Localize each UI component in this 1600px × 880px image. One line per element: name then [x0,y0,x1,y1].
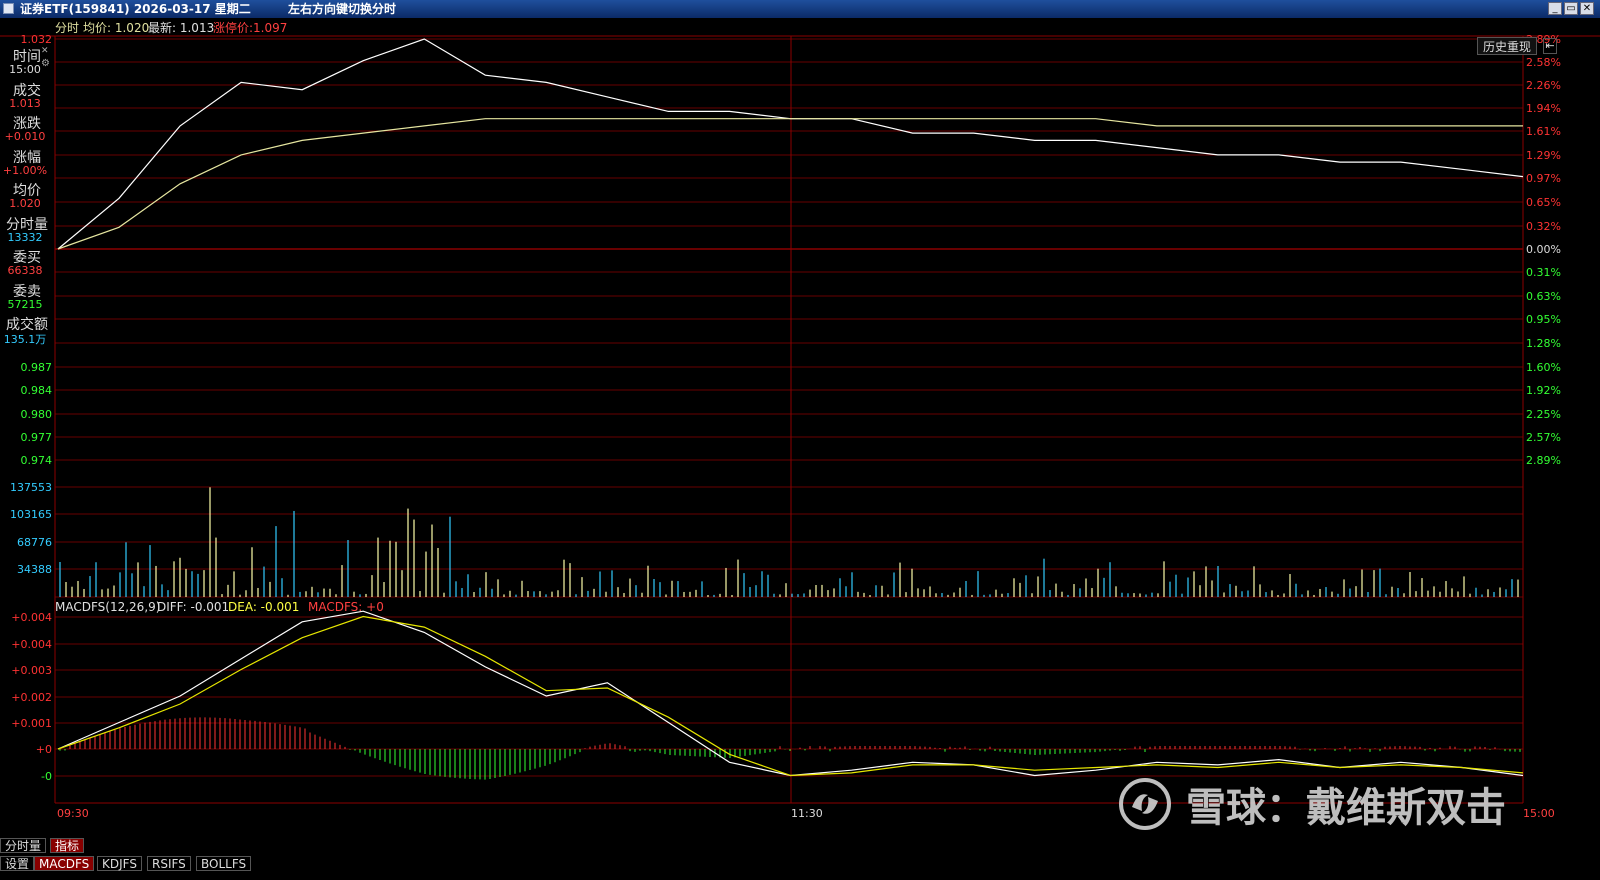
header-limit-price: 涨停价:1.097 [213,20,287,35]
tab-rsifs[interactable]: RSIFS [147,856,191,871]
right-axis-tick: 0.95% [1526,313,1561,326]
navigation-hint: 左右方向键切换分时 [288,2,397,16]
window-title-bar: 证券ETF(159841) 2026-03-17 星期二 左右方向键切换分时 _… [0,0,1600,18]
macd-diff-value: DIFF: -0.001 [157,600,229,614]
tab-macdfs[interactable]: MACDFS [34,856,95,871]
left-axis-tick: 0.974 [21,454,53,467]
watermark: 雪球：戴维斯双击 [1118,778,1506,831]
right-axis-tick: 1.92% [1526,384,1561,397]
left-axis-tick: 0.980 [21,408,53,421]
right-axis-tick: 1.28% [1526,337,1561,350]
macd-macdfs-value: MACDFS: +0 [308,600,384,614]
tab-kdjfs[interactable]: KDJFS [97,856,142,871]
right-axis-tick: 0.32% [1526,220,1561,233]
right-axis-tick: 1.61% [1526,125,1561,138]
macd-axis-tick: +0.004 [11,638,52,651]
right-axis-tick: 2.57% [1526,431,1561,444]
left-axis-tick: 1.032 [21,33,53,46]
tab-indicator[interactable]: 指标 [50,838,85,853]
macd-dea-value: DEA: -0.001 [228,600,299,614]
tab-settings[interactable]: 设置 [0,856,35,871]
macd-axis-tick: -0 [41,770,52,783]
side-panel-value: 1.013 [9,96,41,110]
side-panel-value: 66338 [7,264,43,277]
time-axis-label: 15:00 [1523,807,1555,820]
volume-axis-tick: 34388 [17,563,52,576]
right-axis-tick: 0.00% [1526,243,1561,256]
header-avg-price: 均价: 1.020 [83,21,149,35]
header-latest-price: 最新: 1.013 [148,20,214,35]
right-axis-tick: 0.63% [1526,290,1561,303]
chart-canvas[interactable]: 分时 均价: 1.020 最新: 1.013 涨停价:1.097 2.89%2.… [0,18,1600,876]
macd-axis-tick: +0.002 [11,691,52,704]
side-panel-value: +0.010 [4,130,46,143]
restore-button[interactable]: ▭ [1564,2,1578,15]
close-small-icon[interactable]: ✕ [41,46,49,56]
right-axis-tick: 2.25% [1526,408,1561,421]
macd-title: MACDFS(12,26,9) [55,600,160,614]
right-axis-tick: 2.89% [1526,454,1561,467]
side-panel-value: +1.00% [2,163,48,177]
right-axis-tick: 1.60% [1526,361,1561,374]
right-axis-tick: 0.31% [1526,266,1561,279]
xueqiu-logo-icon [1119,778,1171,830]
macd-axis-tick: +0.004 [11,611,52,624]
right-axis-tick: 0.65% [1526,196,1561,209]
time-axis-label: 09:30 [57,807,89,820]
volume-axis-tick: 68776 [17,536,52,549]
volume-axis-tick: 103165 [10,508,52,521]
minimize-button[interactable]: _ [1548,2,1562,15]
tab-volume[interactable]: 分时量 [0,838,47,853]
right-axis-tick: 2.58% [1526,56,1561,69]
macd-axis-tick: +0 [36,743,52,756]
tab-bollfs[interactable]: BOLLFS [196,856,252,871]
macd-axis-tick: +0.003 [11,664,52,677]
chart-axes: 2.89% 2.58% 2.26% 1.94% 1.61% 1.29% 0.97% 0.65%… [10,33,1561,820]
side-panel-value: 1.020 [9,197,41,210]
gear-icon[interactable]: ⚙ [41,58,50,69]
intraday-chart-area[interactable]: 分时 均价: 1.020 最新: 1.013 涨停价:1.097 2.89% 2.… [0,18,1600,876]
left-axis-tick: 0.984 [21,384,53,397]
close-button[interactable]: ✕ [1580,2,1594,15]
left-axis-tick: 0.977 [21,431,53,444]
app-icon [3,3,14,14]
side-panel-value: 13332 [7,230,43,244]
side-panel-value: 135.1万 [3,333,47,346]
time-axis-label: 11:30 [791,807,823,820]
volume-axis-tick: 137553 [10,481,52,494]
header-mode-label: 分时 [55,21,79,35]
history-replay-button[interactable]: 历史重现 [1477,37,1537,55]
right-axis-tick: 0.97% [1526,172,1561,185]
back-arrow-icon[interactable]: ⇤ [1543,38,1557,54]
right-axis-tick: 1.29% [1526,149,1561,162]
right-axis-tick: 1.94% [1526,102,1561,115]
left-axis-tick: 0.987 [21,361,53,374]
window-title: 证券ETF(159841) 2026-03-17 星期二 [20,2,251,16]
chart-grid [0,35,1600,804]
side-panel-value: 57215 [7,297,43,311]
macd-axis-tick: +0.001 [11,717,52,730]
right-axis-tick: 2.26% [1526,79,1561,92]
watermark-text: 雪球：戴维斯双击 [1186,785,1506,831]
